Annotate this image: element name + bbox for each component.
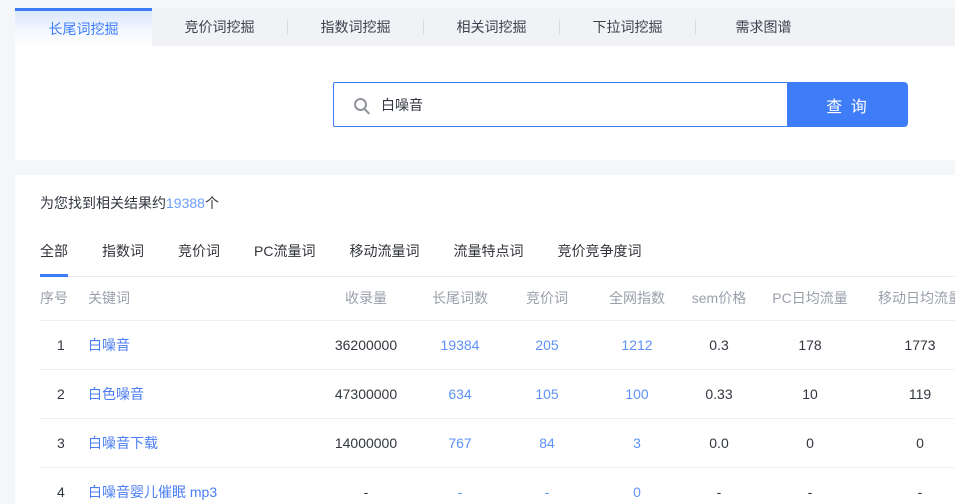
pc-daily-traffic-value: 10 (752, 369, 868, 418)
filter-tab-mobile-traffic-words[interactable]: 移动流量词 (349, 241, 419, 276)
indexed-pages-value: 47300000 (318, 369, 414, 418)
bid-words-link[interactable]: 205 (506, 320, 588, 369)
search-input[interactable] (367, 83, 787, 126)
sem-price-value: 0.3 (686, 320, 752, 369)
mobile-daily-traffic-value: - (868, 467, 955, 504)
bid-words-link[interactable]: - (506, 467, 588, 504)
longtail-count-link[interactable]: 19384 (414, 320, 506, 369)
row-index: 1 (40, 320, 88, 369)
search-box: 查 询 (333, 82, 908, 127)
result-prefix: 为您找到相关结果约 (40, 195, 166, 211)
row-index: 2 (40, 369, 88, 418)
search-icon (354, 98, 367, 111)
filter-tab-traffic-feature-words[interactable]: 流量特点词 (453, 241, 523, 276)
result-suffix: 个 (205, 195, 219, 211)
filter-tab-pc-traffic-words[interactable]: PC流量词 (254, 241, 315, 276)
bid-words-link[interactable]: 84 (506, 418, 588, 467)
indexed-pages-value: 14000000 (318, 418, 414, 467)
row-index: 3 (40, 418, 88, 467)
row-index: 4 (40, 467, 88, 504)
keyword-table: 序号 关键词 收录量 长尾词数 竞价词 全网指数 sem价格 PC日均流量 移动… (40, 277, 955, 504)
whole-web-index-link[interactable]: 1212 (588, 320, 686, 369)
search-section: 查 询 (15, 46, 955, 160)
filter-tabbar: 全部 指数词 竞价词 PC流量词 移动流量词 流量特点词 竞价竞争度词 (40, 241, 955, 277)
keyword-link[interactable]: 白噪音下载 (88, 418, 318, 467)
keyword-link[interactable]: 白噪音婴儿催眠 mp3 (88, 467, 318, 504)
longtail-count-link[interactable]: - (414, 467, 506, 504)
sem-price-value: 0.0 (686, 418, 752, 467)
main-tabbar: 长尾词挖掘 竞价词挖掘 指数词挖掘 相关词挖掘 下拉词挖掘 需求图谱 (15, 8, 955, 46)
whole-web-index-link[interactable]: 0 (588, 467, 686, 504)
filter-tab-bid-words[interactable]: 竞价词 (178, 241, 220, 276)
col-header-indexed-pages: 收录量 (318, 277, 414, 320)
mobile-daily-traffic-value: 1773 (868, 320, 955, 369)
longtail-count-link[interactable]: 767 (414, 418, 506, 467)
tab-indexword-mining[interactable]: 指数词挖掘 (288, 8, 423, 46)
col-header-whole-web-index: 全网指数 (588, 277, 686, 320)
col-header-keyword: 关键词 (88, 277, 318, 320)
search-input-wrap (333, 82, 787, 127)
tab-longtail-mining[interactable]: 长尾词挖掘 (15, 8, 152, 46)
keyword-link[interactable]: 白色噪音 (88, 369, 318, 418)
filter-tab-bid-competition-words[interactable]: 竞价竞争度词 (557, 241, 641, 276)
indexed-pages-value: 36200000 (318, 320, 414, 369)
sem-price-value: 0.33 (686, 369, 752, 418)
pc-daily-traffic-value: 178 (752, 320, 868, 369)
col-header-mobile-daily-traffic: 移动日均流量 (868, 277, 955, 320)
bid-words-link[interactable]: 105 (506, 369, 588, 418)
col-header-sem-price: sem价格 (686, 277, 752, 320)
result-count: 19388 (166, 195, 205, 211)
tab-demand-graph[interactable]: 需求图谱 (696, 8, 831, 46)
filter-tab-index-words[interactable]: 指数词 (102, 241, 144, 276)
result-count-line: 为您找到相关结果约19388个 (40, 193, 955, 213)
results-card: 为您找到相关结果约19388个 全部 指数词 竞价词 PC流量词 移动流量词 流… (15, 175, 955, 504)
tab-dropdownword-mining[interactable]: 下拉词挖掘 (560, 8, 695, 46)
table-row: 4 白噪音婴儿催眠 mp3 - - - 0 - - - (40, 467, 955, 504)
mobile-daily-traffic-value: 0 (868, 418, 955, 467)
filter-tab-all[interactable]: 全部 (40, 241, 68, 276)
query-button[interactable]: 查 询 (787, 82, 908, 127)
col-header-pc-daily-traffic: PC日均流量 (752, 277, 868, 320)
table-row: 2 白色噪音 47300000 634 105 100 0.33 10 119 (40, 369, 955, 418)
table-header-row: 序号 关键词 收录量 长尾词数 竞价词 全网指数 sem价格 PC日均流量 移动… (40, 277, 955, 320)
search-card: 长尾词挖掘 竞价词挖掘 指数词挖掘 相关词挖掘 下拉词挖掘 需求图谱 查 询 (15, 8, 955, 160)
table-row: 3 白噪音下载 14000000 767 84 3 0.0 0 0 (40, 418, 955, 467)
table-row: 1 白噪音 36200000 19384 205 1212 0.3 178 17… (40, 320, 955, 369)
pc-daily-traffic-value: 0 (752, 418, 868, 467)
col-header-longtail-count: 长尾词数 (414, 277, 506, 320)
whole-web-index-link[interactable]: 100 (588, 369, 686, 418)
col-header-index: 序号 (40, 277, 88, 320)
longtail-count-link[interactable]: 634 (414, 369, 506, 418)
mobile-daily-traffic-value: 119 (868, 369, 955, 418)
tab-relatedword-mining[interactable]: 相关词挖掘 (424, 8, 559, 46)
whole-web-index-link[interactable]: 3 (588, 418, 686, 467)
indexed-pages-value: - (318, 467, 414, 504)
col-header-bid-words: 竞价词 (506, 277, 588, 320)
sem-price-value: - (686, 467, 752, 504)
tab-bidword-mining[interactable]: 竞价词挖掘 (152, 8, 287, 46)
keyword-link[interactable]: 白噪音 (88, 320, 318, 369)
pc-daily-traffic-value: - (752, 467, 868, 504)
